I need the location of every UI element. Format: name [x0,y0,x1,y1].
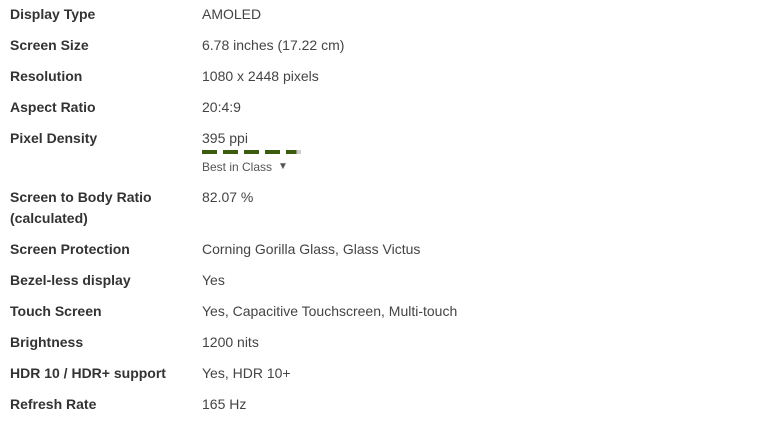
spec-label-line: (calculated) [10,210,88,226]
spec-value-group: 395 ppi Best in Class ▼ [202,128,782,177]
rating-segment [286,150,301,154]
spec-value: 82.07 % [202,189,254,205]
spec-value: Yes [202,272,225,288]
spec-label: Screen to Body Ratio (calculated) [0,187,202,229]
caret-down-icon: ▼ [278,161,288,172]
spec-row-touch-screen: Touch Screen Yes, Capacitive Touchscreen… [0,301,782,322]
rating-bar [202,150,782,154]
spec-label: Aspect Ratio [10,99,96,115]
spec-label: Bezel-less display [10,272,131,288]
best-in-class-dropdown[interactable]: Best in Class ▼ [202,160,288,174]
spec-label: Refresh Rate [10,396,97,412]
spec-value: 1200 nits [202,334,259,350]
spec-label: Touch Screen [10,303,102,319]
spec-value: 165 Hz [202,396,247,412]
spec-value: 20:4:9 [202,99,241,115]
spec-row-bezel-less-display: Bezel-less display Yes [0,270,782,291]
spec-row-screen-protection: Screen Protection Corning Gorilla Glass,… [0,239,782,260]
spec-label: HDR 10 / HDR+ support [10,365,166,381]
spec-value: Yes, Capacitive Touchscreen, Multi-touch [202,303,458,319]
spec-value: AMOLED [202,6,262,22]
spec-row-screen-size: Screen Size 6.78 inches (17.22 cm) [0,35,782,56]
spec-row-screen-to-body-ratio: Screen to Body Ratio (calculated) 82.07 … [0,187,782,229]
spec-label: Resolution [10,68,83,84]
spec-row-resolution: Resolution 1080 x 2448 pixels [0,66,782,87]
rating-segment [244,150,259,154]
spec-label: Pixel Density [10,130,98,146]
spec-label-line: Screen to Body Ratio [10,189,152,205]
spec-label: Screen Size [10,37,89,53]
spec-row-display-type: Display Type AMOLED [0,4,782,25]
rating-segment [223,150,238,154]
spec-value: 1080 x 2448 pixels [202,68,319,84]
spec-label: Brightness [10,334,84,350]
spec-value: Yes, HDR 10+ [202,365,291,381]
spec-row-pixel-density: Pixel Density 395 ppi Best in Class ▼ [0,128,782,177]
rating-segment [265,150,280,154]
spec-row-hdr-support: HDR 10 / HDR+ support Yes, HDR 10+ [0,363,782,384]
spec-label: Display Type [10,6,96,22]
spec-value: Corning Gorilla Glass, Glass Victus [202,241,421,257]
spec-value: 6.78 inches (17.22 cm) [202,37,345,53]
best-in-class-label: Best in Class [202,160,273,174]
spec-row-refresh-rate: Refresh Rate 165 Hz [0,394,782,415]
spec-row-brightness: Brightness 1200 nits [0,332,782,353]
spec-label: Screen Protection [10,241,130,257]
spec-value: 395 ppi [202,130,248,146]
rating-segment [202,150,217,154]
spec-row-aspect-ratio: Aspect Ratio 20:4:9 [0,97,782,118]
